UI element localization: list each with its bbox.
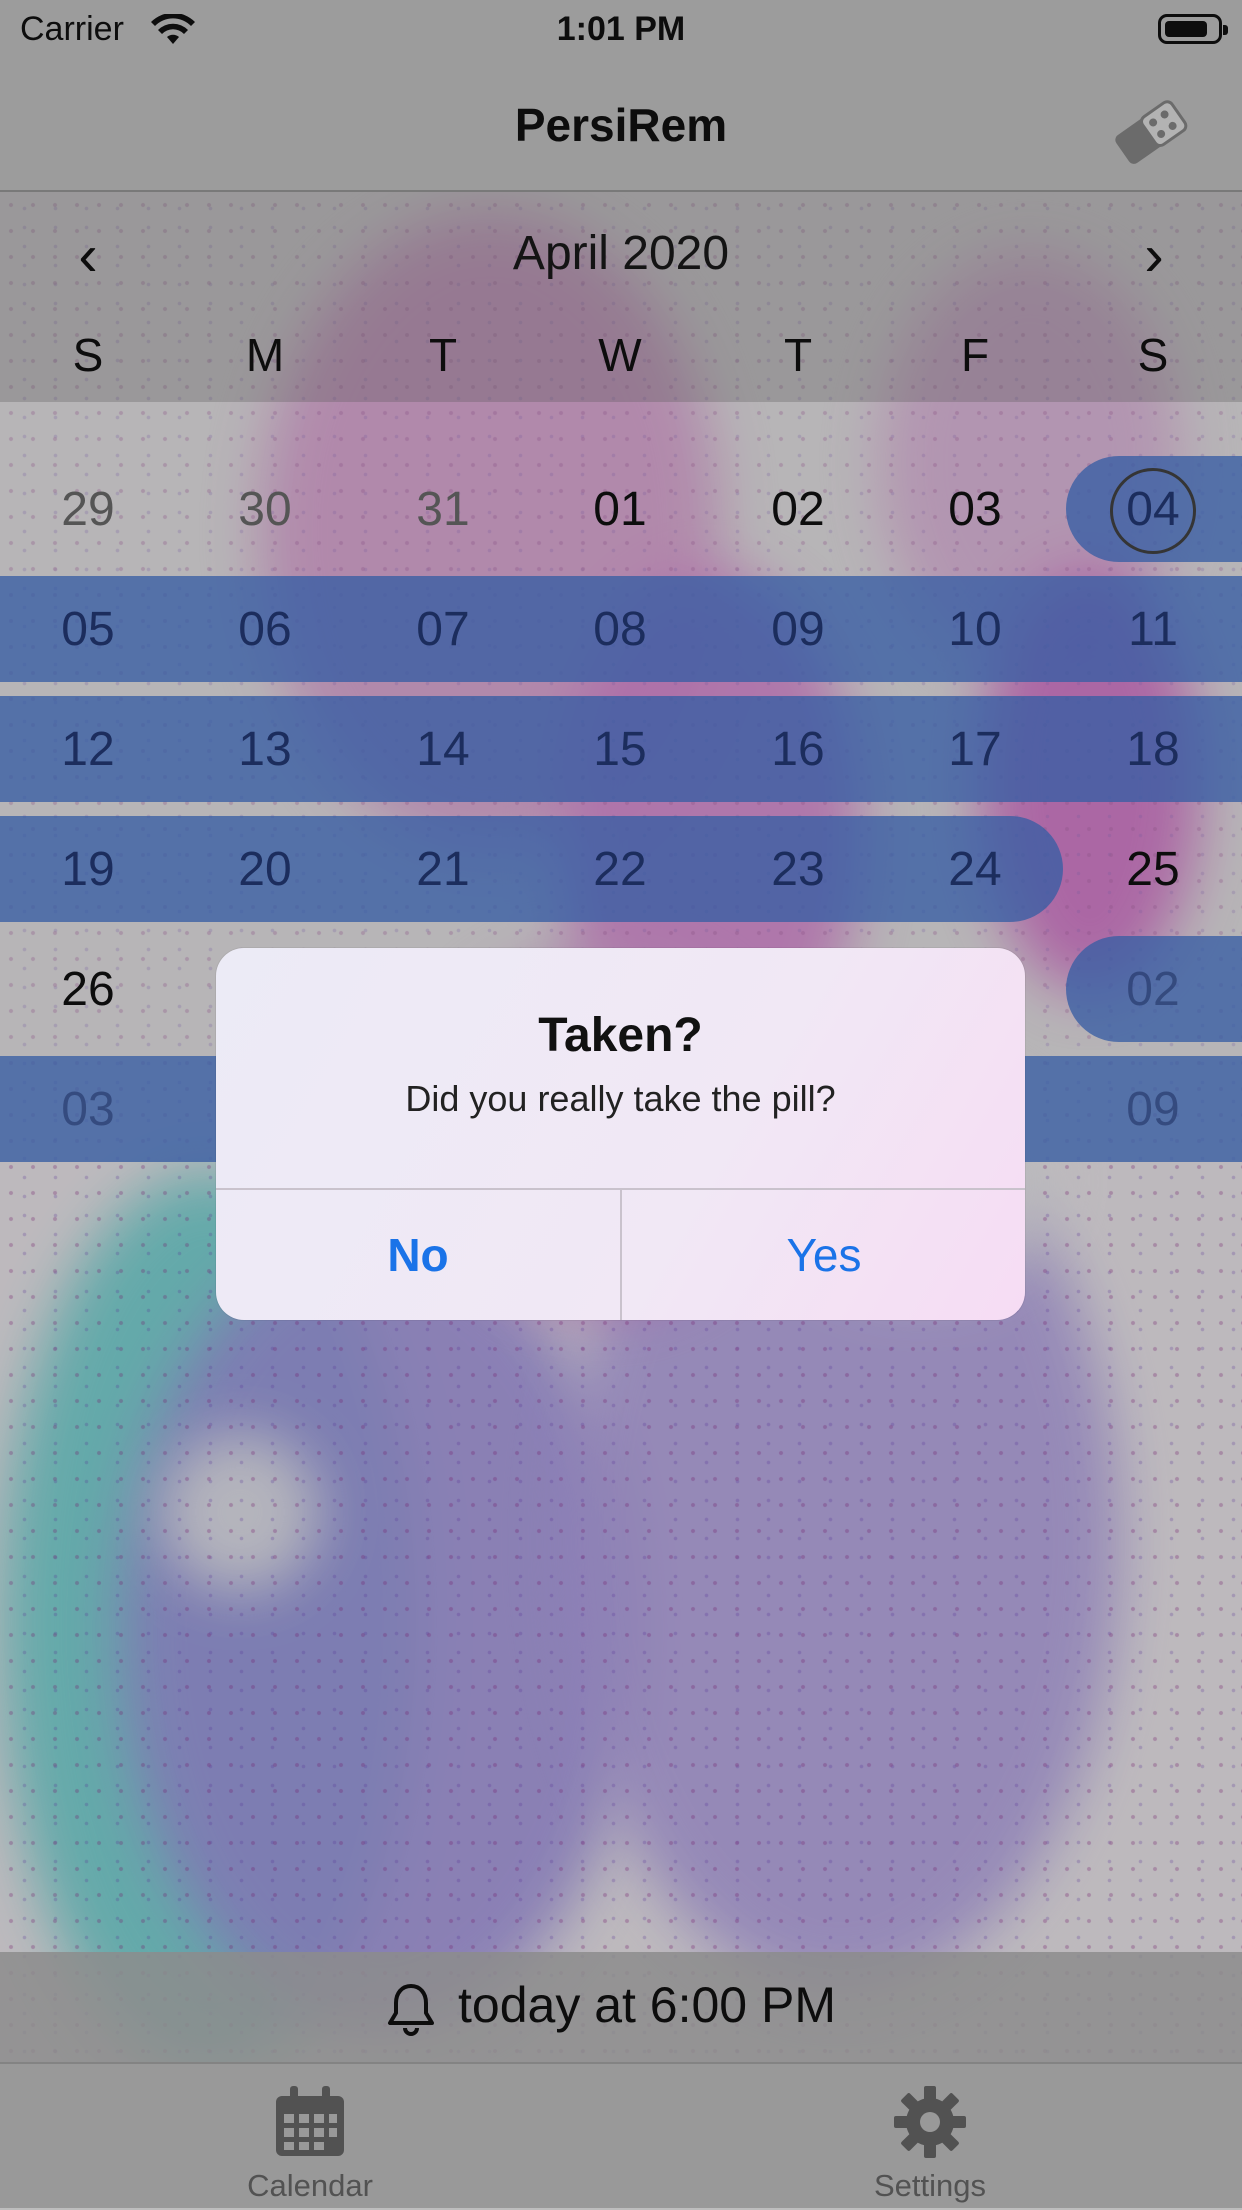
calendar-day[interactable]: 29 — [28, 482, 148, 537]
calendar-day[interactable]: 22 — [560, 842, 680, 897]
calendar-day-today[interactable]: 04 — [1093, 482, 1213, 537]
calendar-day[interactable]: 18 — [1093, 722, 1213, 777]
confirm-alert: Taken? Did you really take the pill? No … — [216, 948, 1025, 1320]
tab-bar: Calendar Settings — [0, 2062, 1242, 2208]
status-time: 1:01 PM — [556, 10, 686, 48]
calendar-day[interactable]: 14 — [383, 722, 503, 777]
calendar-day[interactable]: 23 — [738, 842, 858, 897]
calendar-day[interactable]: 05 — [28, 602, 148, 657]
reminder-text: today at 6:00 PM — [458, 1977, 837, 2033]
alert-title: Taken? — [538, 1009, 703, 1062]
tab-settings[interactable]: Settings — [780, 2064, 1080, 2210]
weekday-label: T — [783, 329, 813, 381]
yes-button[interactable]: Yes — [622, 1190, 1025, 1320]
calendar-day[interactable]: 03 — [28, 1082, 148, 1137]
weekday-label: T — [428, 329, 458, 381]
status-bar: Carrier 1:01 PM — [0, 0, 1242, 62]
calendar-header: ‹ April 2020 › S M T W T F S — [0, 192, 1242, 402]
weekday-label: S — [1137, 329, 1169, 381]
calendar-day[interactable]: 01 — [560, 482, 680, 537]
calendar-day[interactable]: 03 — [915, 482, 1035, 537]
navigation-bar: PersiRem — [0, 62, 1242, 192]
calendar-day[interactable]: 20 — [205, 842, 325, 897]
gear-icon — [894, 2086, 966, 2158]
tab-settings-label: Settings — [873, 2168, 986, 2203]
calendar-day[interactable]: 15 — [560, 722, 680, 777]
calendar-day[interactable]: 30 — [205, 482, 325, 537]
month-label: April 2020 — [512, 227, 730, 280]
alert-message: Did you really take the pill? — [405, 1078, 836, 1119]
tab-calendar-label: Calendar — [247, 2168, 373, 2203]
calendar-day[interactable]: 26 — [28, 962, 148, 1017]
weekday-label: M — [245, 329, 285, 381]
calendar-day[interactable]: 12 — [28, 722, 148, 777]
next-month-button[interactable]: › — [1114, 222, 1194, 289]
calendar-day[interactable]: 17 — [915, 722, 1035, 777]
calendar-day[interactable]: 09 — [738, 602, 858, 657]
tab-calendar[interactable]: Calendar — [160, 2064, 460, 2210]
calendar-day[interactable]: 07 — [383, 602, 503, 657]
calendar-day[interactable]: 09 — [1093, 1082, 1213, 1137]
calendar-day[interactable]: 06 — [205, 602, 325, 657]
calendar-day[interactable]: 11 — [1093, 602, 1213, 657]
calendar-day[interactable]: 16 — [738, 722, 858, 777]
weekday-label: S — [72, 329, 104, 381]
calendar-day[interactable]: 02 — [1093, 962, 1213, 1017]
no-button[interactable]: No — [216, 1190, 620, 1320]
reminder-bar[interactable]: today at 6:00 PM — [0, 1952, 1242, 2062]
calendar-day[interactable]: 02 — [738, 482, 858, 537]
calendar-day[interactable]: 13 — [205, 722, 325, 777]
weekday-label: F — [960, 329, 990, 381]
pill-pack-icon[interactable] — [1108, 90, 1192, 174]
calendar-day[interactable]: 08 — [560, 602, 680, 657]
calendar-day[interactable]: 19 — [28, 842, 148, 897]
calendar-day[interactable]: 31 — [383, 482, 503, 537]
calendar-day[interactable]: 24 — [915, 842, 1035, 897]
calendar-day[interactable]: 21 — [383, 842, 503, 897]
calendar-icon — [276, 2086, 344, 2156]
app-title: PersiRem — [514, 99, 728, 151]
bell-icon — [388, 1984, 434, 2036]
calendar-day[interactable]: 25 — [1093, 842, 1213, 897]
weekday-label: W — [598, 329, 642, 381]
calendar-day[interactable]: 10 — [915, 602, 1035, 657]
battery-icon — [1158, 14, 1228, 44]
selection-band — [0, 816, 1063, 922]
